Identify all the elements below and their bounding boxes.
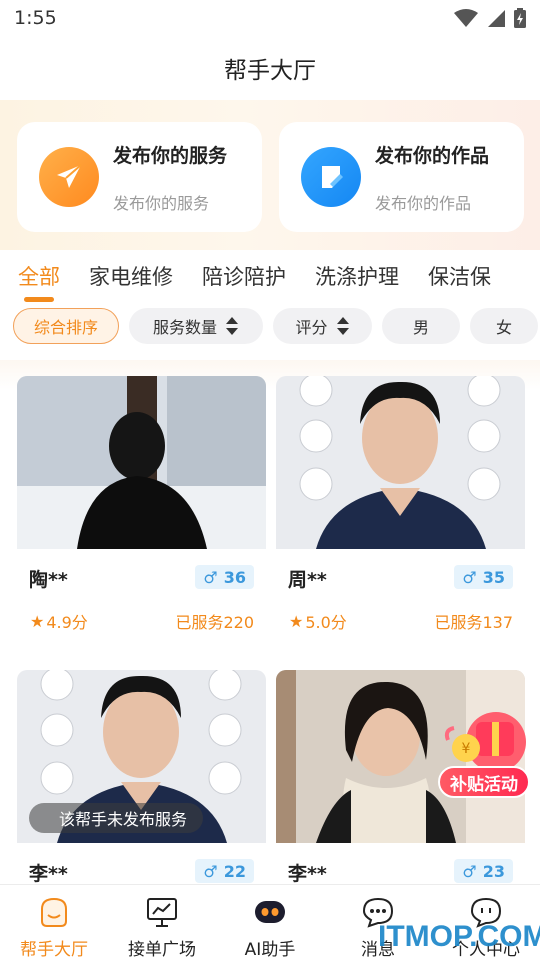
helper-photo <box>276 376 525 549</box>
edit-document-icon <box>301 147 361 207</box>
wifi-icon <box>454 9 478 27</box>
tab-cleaning[interactable]: 保洁保 <box>428 261 491 291</box>
sort-service-count-label: 服务数量 <box>152 318 217 337</box>
gender-count: 23 <box>482 861 505 881</box>
gender-badge: ♂ 35 <box>454 565 513 589</box>
rating-value: 4.9分 <box>46 613 88 632</box>
helper-card[interactable]: 陶** ♂ 36 ★ 4.9分 已服务220 <box>17 376 266 646</box>
helper-hall-icon <box>41 897 67 927</box>
gender-badge: ♂ 23 <box>454 859 513 883</box>
helper-info: 周** ♂ 35 ★ 5.0分 已服务137 <box>276 549 525 646</box>
male-icon: ♂ <box>203 861 218 881</box>
publish-service-subtitle: 发布你的服务 <box>113 193 210 213</box>
helper-list: 陶** ♂ 36 ★ 4.9分 已服务220 周** ♂ 35 ★ 5.0分 已… <box>0 360 540 884</box>
star-icon: ★ <box>30 611 45 631</box>
helper-name: 周** <box>288 569 327 591</box>
publish-works-card[interactable]: 发布你的作品 发布你的作品 <box>279 122 524 232</box>
publish-service-text: 发布你的服务 发布你的服务 <box>113 141 227 214</box>
tab-laundry-care[interactable]: 洗涤护理 <box>315 261 399 291</box>
male-icon: ♂ <box>203 567 218 587</box>
battery-icon <box>514 8 526 28</box>
helper-name: 陶** <box>29 569 68 591</box>
sort-arrows-icon <box>336 317 349 335</box>
promo-badge[interactable]: ¥ 补贴活动 <box>438 700 534 802</box>
nav-ai-assistant-label: AI助手 <box>244 940 296 960</box>
served-count: 已服务220 <box>175 613 254 632</box>
gender-count: 22 <box>223 861 246 881</box>
sort-arrows-icon <box>226 317 238 335</box>
helper-card[interactable]: 周** ♂ 35 ★ 5.0分 已服务137 <box>276 376 525 646</box>
helper-card[interactable]: 该帮手未发布服务 李** ♂ 22 <box>17 670 266 884</box>
helper-photo: 该帮手未发布服务 <box>17 670 266 843</box>
tab-appliance-repair[interactable]: 家电维修 <box>89 261 173 291</box>
publish-service-card[interactable]: 发布你的服务 发布你的服务 <box>17 122 262 232</box>
helper-info: 李** ♂ 22 <box>17 843 266 884</box>
sort-comprehensive-chip[interactable]: 综合排序 <box>13 308 119 344</box>
gender-count: 35 <box>482 567 505 587</box>
nav-helper-hall[interactable]: 帮手大厅 <box>0 885 108 960</box>
svg-text:¥: ¥ <box>462 741 471 757</box>
gender-badge: ♂ 36 <box>195 565 254 589</box>
gender-badge: ♂ 22 <box>195 859 254 883</box>
helper-rating: ★ 5.0分 <box>289 609 347 633</box>
publish-works-text: 发布你的作品 发布你的作品 <box>375 141 489 214</box>
filter-male-label: 男 <box>412 318 429 337</box>
tab-all[interactable]: 全部 <box>18 261 60 302</box>
helper-name: 李** <box>29 863 68 884</box>
no-service-overlay: 该帮手未发布服务 <box>29 803 204 833</box>
served-count: 已服务137 <box>434 613 513 632</box>
filter-female-label: 女 <box>495 318 512 337</box>
tab-all-label: 全部 <box>18 265 60 289</box>
male-icon: ♂ <box>462 567 477 587</box>
publish-works-title: 发布你的作品 <box>375 144 490 167</box>
nav-ai-assistant[interactable]: AI助手 <box>216 885 324 960</box>
order-plaza-icon <box>147 898 177 927</box>
helper-name: 李** <box>288 863 327 884</box>
publish-service-title: 发布你的服务 <box>113 144 228 167</box>
cell-signal-icon <box>488 10 505 27</box>
sort-rating-label: 评分 <box>295 318 328 337</box>
nav-order-plaza[interactable]: 接单广场 <box>108 885 216 960</box>
tab-medical-escort[interactable]: 陪诊陪护 <box>202 261 286 291</box>
nav-order-plaza-label: 接单广场 <box>128 940 196 960</box>
status-icons <box>454 8 526 28</box>
app-header: 帮手大厅 <box>0 36 540 100</box>
helper-rating: ★ 4.9分 <box>30 609 88 633</box>
sort-service-count-chip[interactable]: 服务数量 <box>129 308 263 344</box>
star-icon: ★ <box>289 611 304 631</box>
page-title: 帮手大厅 <box>224 58 316 84</box>
publish-works-subtitle: 发布你的作品 <box>375 193 472 213</box>
sort-rating-chip[interactable]: 评分 <box>273 308 372 344</box>
helper-photo <box>17 376 266 549</box>
category-tabs: 全部 家电维修 陪诊陪护 洗涤护理 保洁保 <box>0 250 540 302</box>
nav-helper-hall-label: 帮手大厅 <box>20 940 88 960</box>
paper-plane-icon <box>39 147 99 207</box>
watermark: ITMOP.COM <box>378 920 540 953</box>
helper-info: 李** ♂ 23 <box>276 843 525 884</box>
filter-male-chip[interactable]: 男 <box>382 308 460 344</box>
tab-underline <box>24 297 54 302</box>
male-icon: ♂ <box>462 861 477 881</box>
status-time: 1:55 <box>14 7 57 29</box>
filter-row: 综合排序 服务数量 评分 男 女 <box>0 307 540 345</box>
helper-info: 陶** ♂ 36 ★ 4.9分 已服务220 <box>17 549 266 646</box>
ai-assistant-icon <box>255 901 285 923</box>
promo-label: 补贴活动 <box>438 766 530 798</box>
sort-comprehensive-label: 综合排序 <box>33 318 98 337</box>
gender-count: 36 <box>223 567 246 587</box>
rating-value: 5.0分 <box>305 613 347 632</box>
publish-area: 发布你的服务 发布你的服务 发布你的作品 发布你的作品 <box>0 100 540 250</box>
filter-female-chip[interactable]: 女 <box>470 308 538 344</box>
status-bar: 1:55 <box>0 0 540 36</box>
